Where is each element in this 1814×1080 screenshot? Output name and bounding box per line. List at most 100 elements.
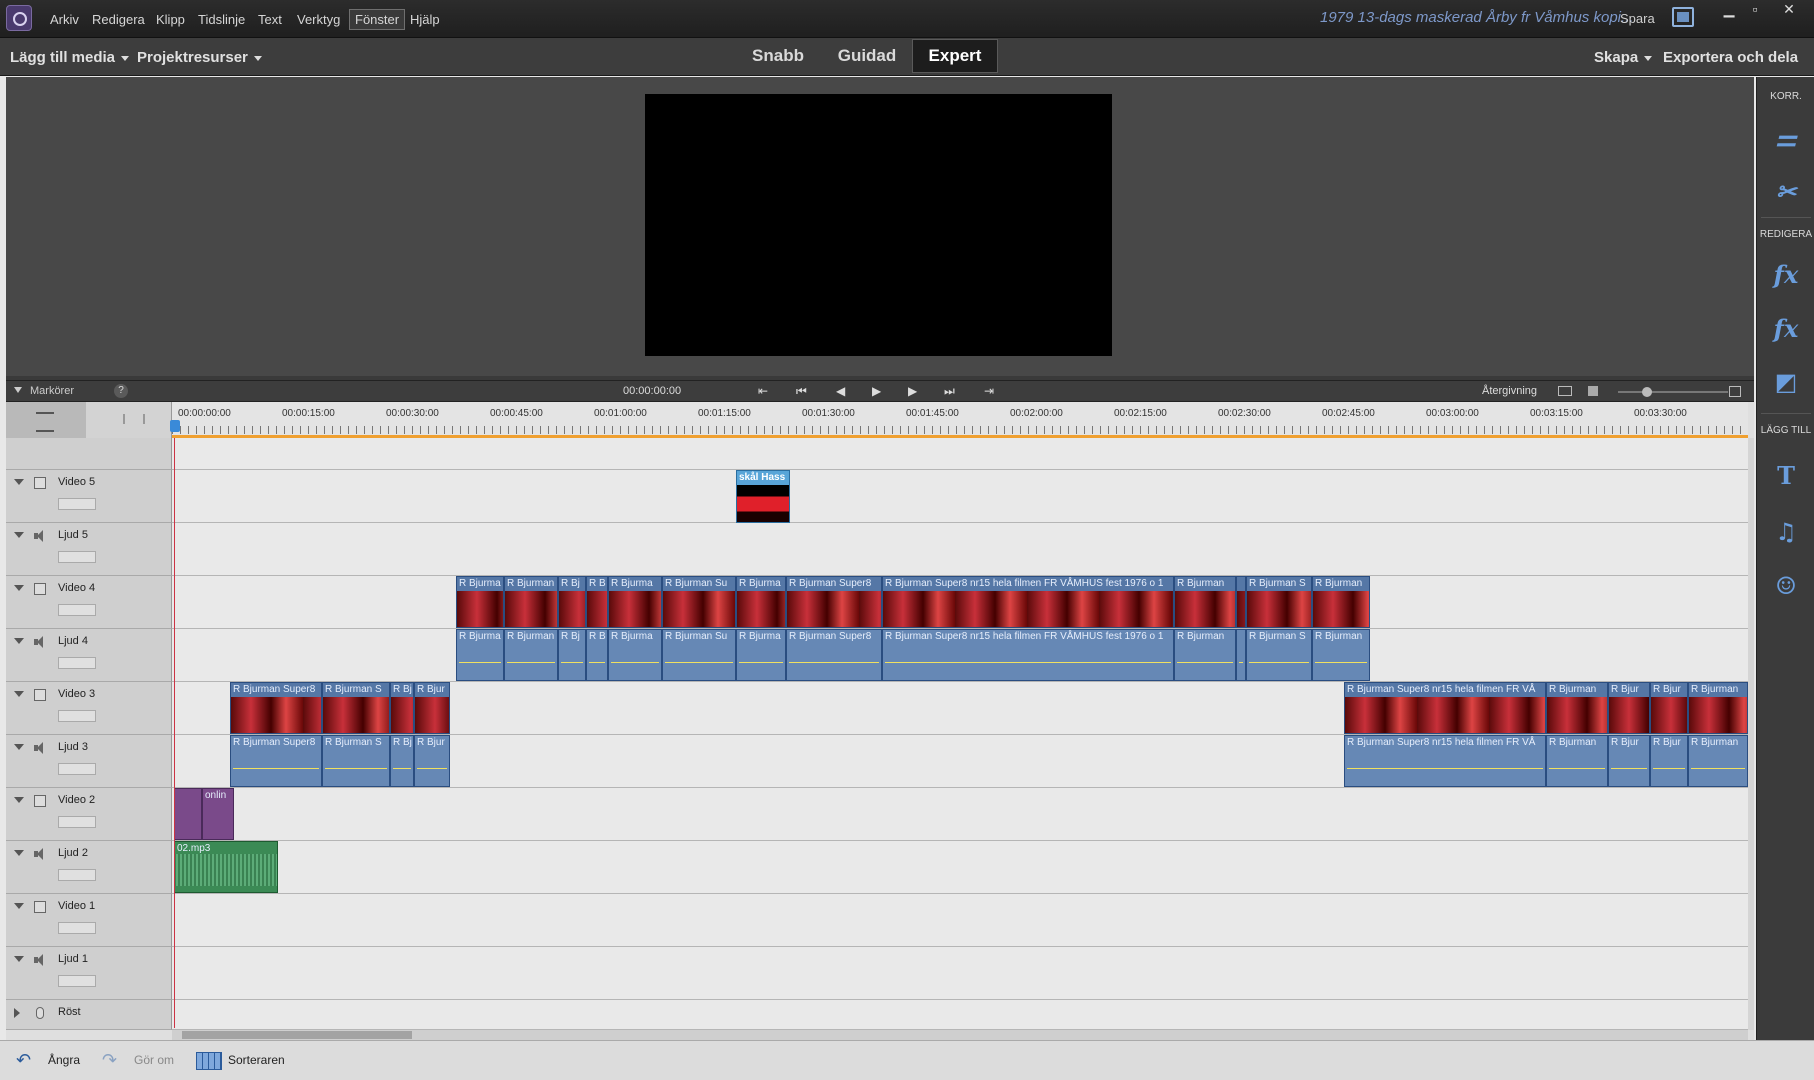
video-clip[interactable]: R Bjurman [1688,682,1748,734]
track-lane-audio-4[interactable]: R Bjurma R Bjurman R Bj R B R Bjurma R B… [172,629,1748,682]
volume-rubberband[interactable] [589,662,605,663]
menu-klipp[interactable]: Klipp [152,11,189,28]
menu-arkiv[interactable]: Arkiv [46,11,83,28]
step-forward-icon[interactable]: ▶ [908,384,917,398]
track-height-icon[interactable] [1729,386,1741,397]
next-edit-icon[interactable]: ⏭ [944,384,955,399]
markers-menu[interactable]: Markörer [30,385,74,397]
audio-clip[interactable]: R Bjur [1650,735,1688,787]
video-preview[interactable] [645,94,1112,356]
audio-clip[interactable]: R Bjurman Su [662,629,736,681]
time-ruler[interactable]: 00:00:00:00 00:00:15:00 00:00:30:00 00:0… [172,402,1748,438]
undo-button[interactable]: Ångra [48,1053,80,1067]
zoom-slider-thumb[interactable] [1642,387,1652,397]
video-clip[interactable]: onlin [202,788,234,840]
adjustments-icon[interactable]: ⚌ [1771,123,1801,153]
audio-clip[interactable]: R Bjur [414,735,450,787]
volume-rubberband[interactable] [507,662,555,663]
video-clip[interactable]: R Bjurman Su [662,576,736,628]
volume-rubberband[interactable] [1315,662,1367,663]
expand-toggle-icon[interactable] [14,638,24,644]
audio-clip[interactable]: R Bjurman [1546,735,1608,787]
video-clip[interactable]: R Bjurma [456,576,504,628]
audio-clip[interactable]: R Bjurman [1688,735,1748,787]
audio-clip[interactable]: 02.mp3 [174,841,278,893]
track-lane-video-5[interactable]: skål Hass [172,470,1748,523]
video-clip[interactable]: R Bjurman Super8 [786,576,882,628]
audio-clip[interactable]: R Bjurman [504,629,558,681]
close-icon[interactable]: ✕ [1776,0,1802,20]
video-clip[interactable]: R Bjurman S [322,682,390,734]
audio-clip[interactable]: R Bjurman S [322,735,390,787]
volume-rubberband[interactable] [1549,768,1605,769]
expand-toggle-icon[interactable] [14,850,24,856]
track-lane-audio-1[interactable] [172,947,1748,1000]
transitions-icon[interactable]: ◩ [1771,367,1801,397]
volume-rubberband[interactable] [325,768,387,769]
audio-clip[interactable]: R Bjurman Super8 nr15 hela filmen FR VÅM… [882,629,1174,681]
volume-rubberband[interactable] [1347,768,1543,769]
video-clip[interactable]: R Bjurman S [1246,576,1312,628]
project-assets-menu[interactable]: Projektresurser [137,49,262,66]
graphics-icon[interactable]: ☺ [1771,571,1801,601]
playhead-line[interactable] [174,438,175,1028]
fullscreen-icon[interactable] [1672,7,1694,27]
audio-clip[interactable] [1236,629,1246,681]
menu-tidslinje[interactable]: Tidslinje [194,11,249,28]
track-lane-audio-2[interactable]: 02.mp3 [172,841,1748,894]
render-button[interactable]: Återgivning [1482,385,1537,397]
tab-guidad[interactable]: Guidad [826,38,908,74]
audio-clip[interactable]: R Bjurman S [1246,629,1312,681]
video-clip[interactable]: R Bjur [1608,682,1650,734]
expand-toggle-icon[interactable] [14,744,24,750]
volume-rubberband[interactable] [1239,662,1243,663]
volume-rubberband[interactable] [611,662,659,663]
redo-icon[interactable]: ↷ [102,1050,124,1070]
video-clip[interactable]: R Bjurman Super8 nr15 hela filmen FR VÅM… [882,576,1174,628]
add-media-menu[interactable]: Lägg till media [10,49,130,66]
track-lane-video-1[interactable] [172,894,1748,947]
save-button[interactable]: Spara [1620,11,1655,26]
volume-rubberband[interactable] [665,662,733,663]
smart-mix-icon[interactable] [6,402,86,438]
track-lane-voice[interactable] [172,1000,1748,1030]
audio-clip[interactable]: R Bjurman [1174,629,1236,681]
keyframe-controls[interactable] [58,710,96,722]
keyframe-controls[interactable] [58,975,96,987]
speaker-icon[interactable] [34,530,46,542]
expand-toggle-icon[interactable] [14,585,24,591]
video-clip[interactable] [174,788,202,840]
volume-rubberband[interactable] [393,768,411,769]
horizontal-scrollbar[interactable] [172,1030,1748,1040]
playhead-handle[interactable] [170,420,180,432]
tab-snabb[interactable]: Snabb [742,38,814,74]
sorter-button[interactable]: Sorteraren [228,1053,285,1067]
volume-rubberband[interactable] [1691,768,1745,769]
volume-rubberband[interactable] [789,662,879,663]
video-clip[interactable] [1236,576,1246,628]
video-clip[interactable]: R Bjurman [1174,576,1236,628]
undo-icon[interactable]: ↶ [16,1050,38,1070]
tab-expert[interactable]: Expert [912,39,998,73]
redo-button[interactable]: Gör om [134,1053,174,1067]
speaker-icon[interactable] [34,954,46,966]
video-clip[interactable]: R Bjurman [1312,576,1370,628]
zoom-fit-icon[interactable] [1588,386,1598,396]
volume-rubberband[interactable] [1611,768,1647,769]
volume-rubberband[interactable] [1249,662,1309,663]
go-to-end-icon[interactable]: ⇥ [984,384,994,398]
video-clip[interactable]: R Bj [390,682,414,734]
sorter-icon[interactable] [196,1052,222,1070]
audio-clip[interactable]: R Bj [558,629,586,681]
create-menu[interactable]: Skapa [1594,49,1653,66]
video-clip[interactable]: R Bjurma [608,576,662,628]
video-clip[interactable]: R Bj [558,576,586,628]
video-clip[interactable]: R Bjurman Super8 nr15 hela filmen FR VÅ [1344,682,1546,734]
expand-toggle-icon[interactable] [14,532,24,538]
audio-clip[interactable]: R Bjurman Super8 [230,735,322,787]
menu-hjalp[interactable]: Hjälp [406,11,444,28]
track-lane-audio-5[interactable] [172,523,1748,576]
go-to-start-icon[interactable]: ⇤ [758,384,768,398]
export-share-button[interactable]: Exportera och dela [1663,49,1798,66]
video-clip[interactable]: R B [586,576,608,628]
